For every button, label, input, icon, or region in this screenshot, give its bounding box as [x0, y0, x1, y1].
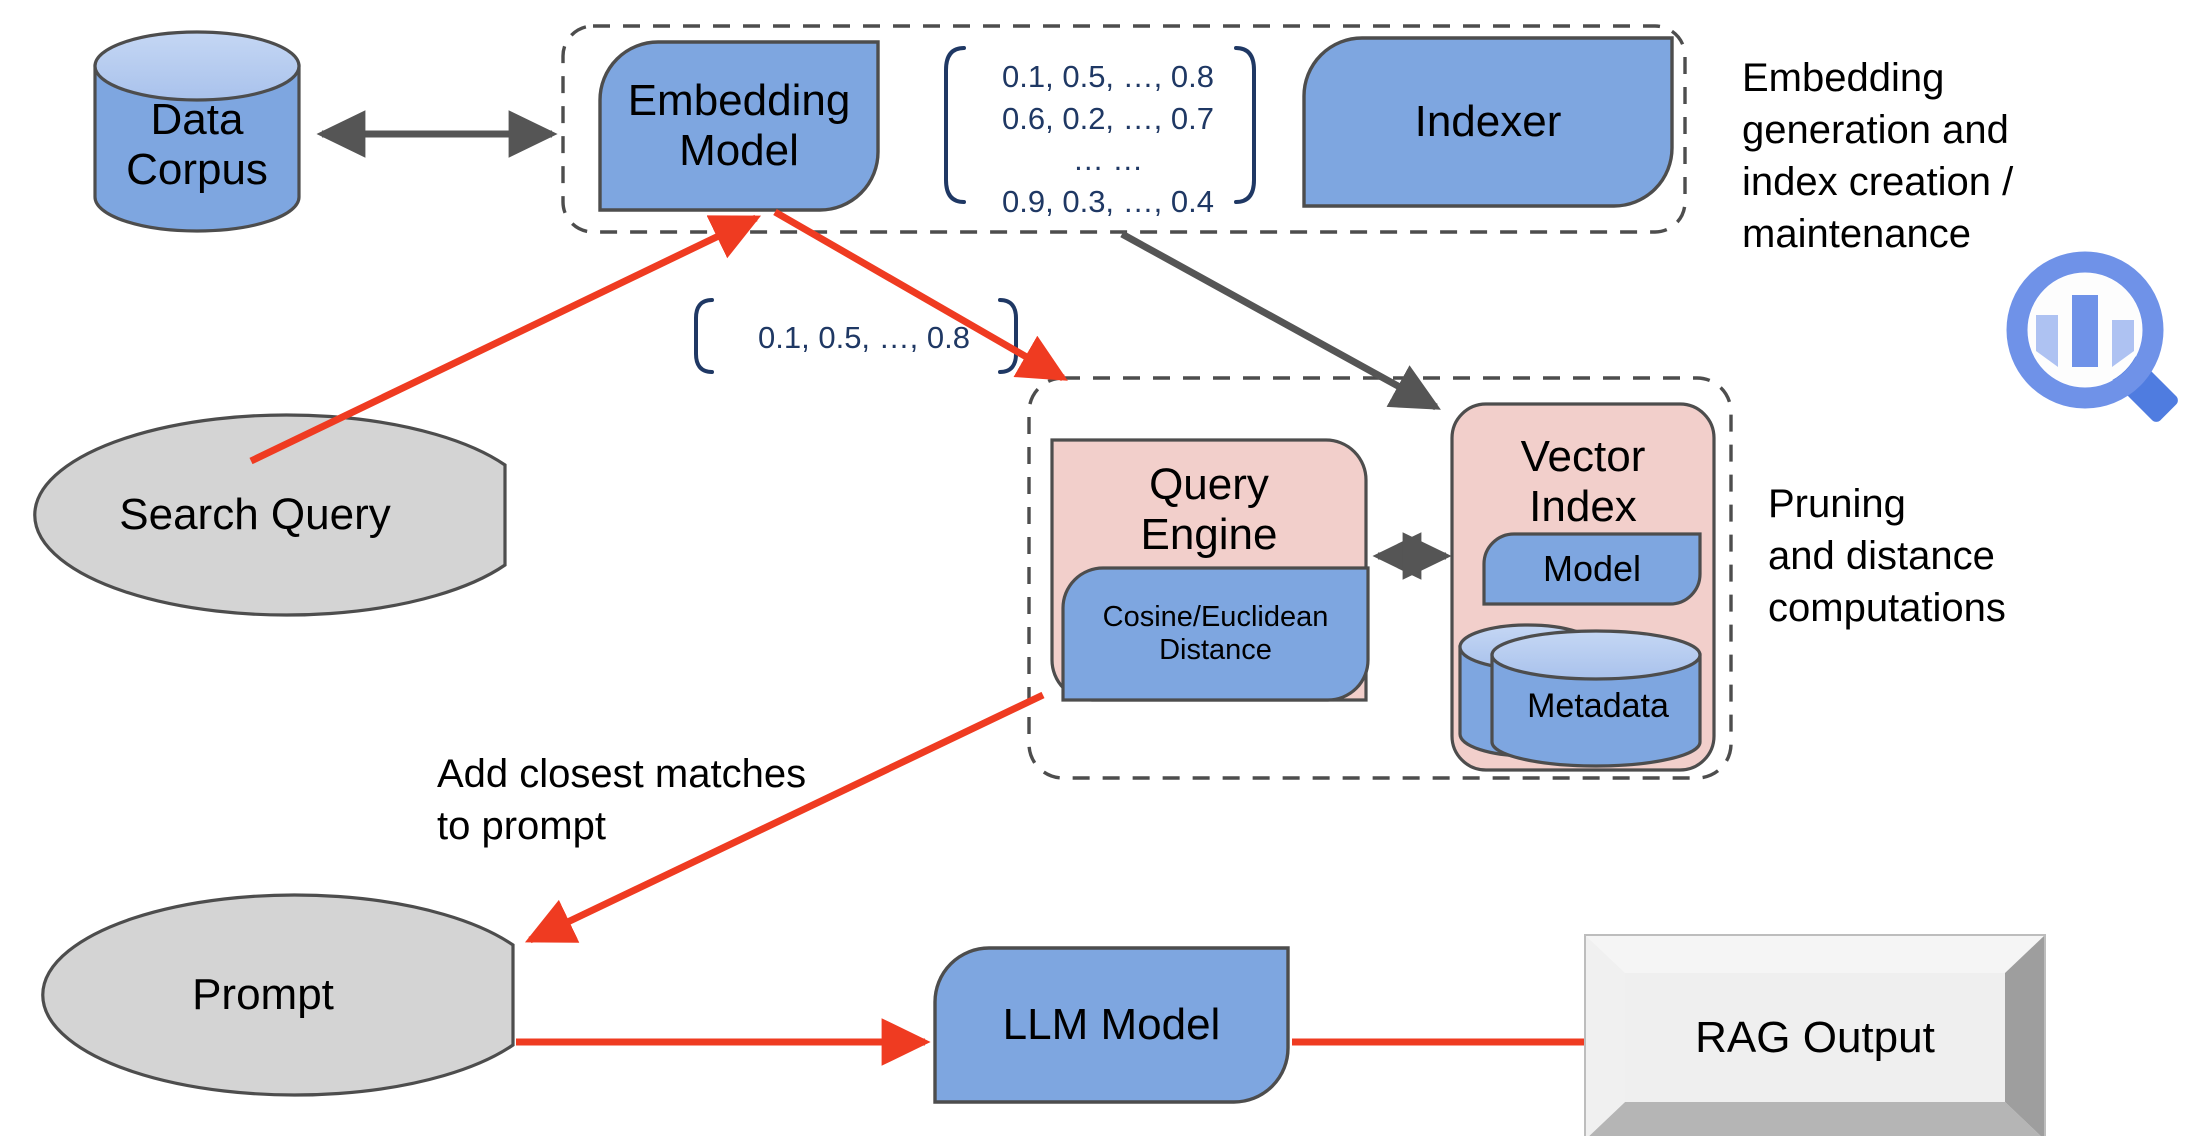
connector-indexer-vector-index [1120, 230, 1441, 411]
search-query-shape [33, 413, 507, 617]
search-chart-icon [2006, 251, 2178, 422]
diagram-canvas: Data Corpus Embedding Model 0.1, 0.5, …,… [0, 0, 2200, 1136]
rag-output-shape [1584, 934, 2046, 1136]
connector-query-embedding [249, 214, 762, 465]
prompt-edge-caption: Add closest matches to prompt [437, 752, 807, 848]
prompt-shape [41, 893, 515, 1097]
metadata-shape [1458, 623, 1702, 768]
corpus-embedding-matrix: 0.1, 0.5, …, 0.8 0.6, 0.2, …, 0.7 … … 0.… [1002, 59, 1214, 219]
indexer-shape [1302, 36, 1674, 208]
llm-model-shape [933, 946, 1290, 1104]
query-embedding-matrix: 0.1, 0.5, …, 0.8 [758, 320, 970, 355]
group-embedding-caption: Embedding generation and index creation … [1742, 56, 2014, 256]
data-corpus-shape [93, 30, 301, 233]
distance-shape [1061, 566, 1370, 702]
embedding-model-shape [598, 40, 880, 212]
model-shape [1482, 532, 1702, 606]
group-pruning-caption: Pruning and distance computations [1768, 482, 2006, 630]
